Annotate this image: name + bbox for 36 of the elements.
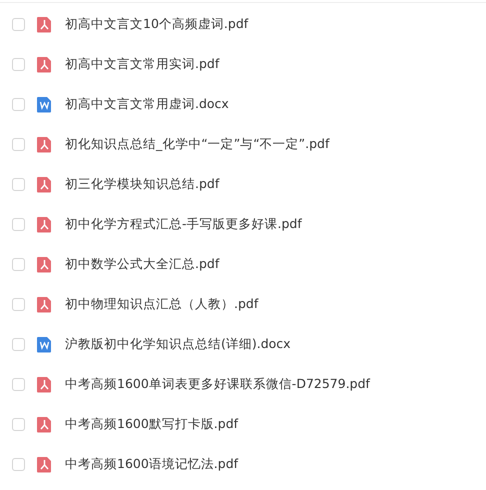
checkbox[interactable] xyxy=(12,258,25,270)
file-name[interactable]: 初高中文言文常用虚词.docx xyxy=(65,96,229,112)
file-name[interactable]: 沪教版初中化学知识点总结(详细).docx xyxy=(65,336,291,352)
checkbox[interactable] xyxy=(12,418,25,430)
file-name[interactable]: 初高中文言文10个高频虚词.pdf xyxy=(65,16,248,32)
checkbox[interactable] xyxy=(12,458,25,470)
pdf-file-icon xyxy=(36,56,53,72)
file-name[interactable]: 初化知识点总结_化学中“一定”与“不一定”.pdf xyxy=(65,136,330,152)
pdf-file-icon xyxy=(36,456,53,472)
file-name[interactable]: 初高中文言文常用实词.pdf xyxy=(65,56,220,72)
pdf-file-icon xyxy=(36,296,53,312)
pdf-file-icon xyxy=(36,136,53,152)
file-name[interactable]: 中考高频1600单词表更多好课联系微信-D72579.pdf xyxy=(65,376,370,392)
checkbox[interactable] xyxy=(12,338,25,350)
file-name[interactable]: 初中物理知识点汇总（人教）.pdf xyxy=(65,296,258,312)
checkbox[interactable] xyxy=(12,298,25,310)
word-file-icon xyxy=(36,96,53,112)
checkbox[interactable] xyxy=(12,138,25,150)
checkbox[interactable] xyxy=(12,98,25,110)
pdf-file-icon xyxy=(36,416,53,432)
checkbox[interactable] xyxy=(12,18,25,30)
pdf-file-icon xyxy=(36,16,53,32)
checkbox[interactable] xyxy=(12,218,25,230)
file-name[interactable]: 初中化学方程式汇总-手写版更多好课.pdf xyxy=(65,216,302,232)
file-name[interactable]: 初中数学公式大全汇总.pdf xyxy=(65,256,220,272)
pdf-file-icon xyxy=(36,376,53,392)
file-name[interactable]: 中考高频1600默写打卡版.pdf xyxy=(65,416,238,432)
pdf-file-icon xyxy=(36,176,53,192)
checkbox[interactable] xyxy=(12,178,25,190)
checkbox[interactable] xyxy=(12,378,25,390)
word-file-icon xyxy=(36,336,53,352)
pdf-file-icon xyxy=(36,256,53,272)
file-name[interactable]: 初三化学模块知识总结.pdf xyxy=(65,176,220,192)
checkbox[interactable] xyxy=(12,58,25,70)
file-name[interactable]: 中考高频1600语境记忆法.pdf xyxy=(65,456,238,472)
pdf-file-icon xyxy=(36,216,53,232)
